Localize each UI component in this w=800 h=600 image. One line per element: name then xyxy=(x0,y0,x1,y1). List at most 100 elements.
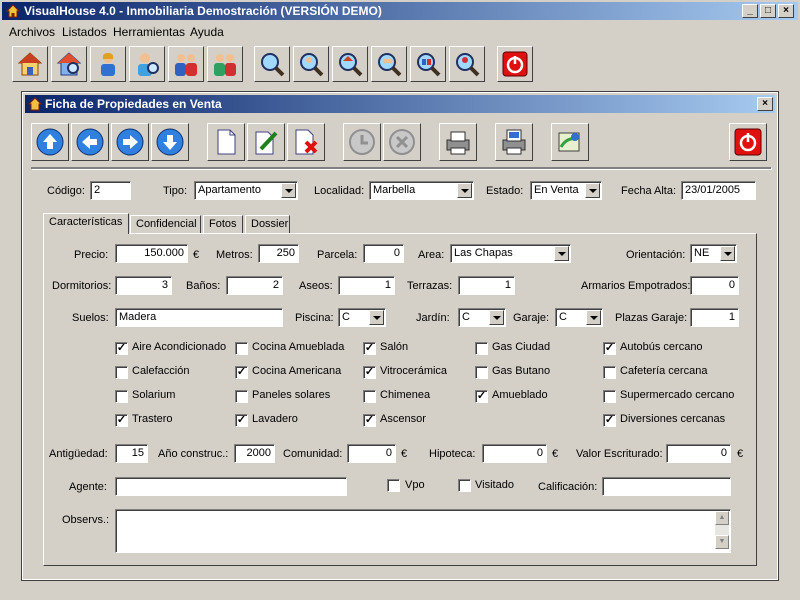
chevron-down-icon[interactable] xyxy=(586,310,601,325)
feature-checkbox[interactable]: ✓ xyxy=(115,414,128,427)
feature-checkbox[interactable] xyxy=(603,366,616,379)
feature-checkbox[interactable]: ✓ xyxy=(363,342,376,355)
print-list-button[interactable] xyxy=(495,123,533,161)
feature-checkbox[interactable] xyxy=(603,390,616,403)
calificacion-input[interactable] xyxy=(602,477,731,496)
hipoteca-input[interactable]: 0 xyxy=(482,444,547,463)
feature-checkbox[interactable] xyxy=(115,390,128,403)
estado-select[interactable]: En Venta xyxy=(530,181,602,200)
cancel-button[interactable] xyxy=(383,123,421,161)
scroll-down-icon[interactable]: ▼ xyxy=(715,535,729,549)
chevron-down-icon[interactable] xyxy=(720,246,735,261)
scroll-up-icon[interactable]: ▲ xyxy=(715,511,729,525)
dormitorios-input[interactable]: 3 xyxy=(115,276,172,295)
feature-checkbox[interactable]: ✓ xyxy=(363,366,376,379)
tool-couples-button[interactable] xyxy=(168,46,204,82)
agente-input[interactable] xyxy=(115,477,347,496)
garaje-select[interactable]: C xyxy=(555,308,603,327)
undo-button[interactable] xyxy=(343,123,381,161)
antiguedad-input[interactable]: 15 xyxy=(115,444,148,463)
tool-houses-button[interactable] xyxy=(12,46,48,82)
suelos-input[interactable]: Madera xyxy=(115,308,283,327)
edit-record-button[interactable] xyxy=(247,123,285,161)
nav-prev-button[interactable] xyxy=(71,123,109,161)
piscina-select[interactable]: C xyxy=(338,308,386,327)
plazas-garaje-input[interactable]: 1 xyxy=(690,308,739,327)
feature-checkbox[interactable]: ✓ xyxy=(235,414,248,427)
menu-listados[interactable]: Listados xyxy=(62,25,107,39)
fecha-alta-input[interactable]: 23/01/2005 xyxy=(681,181,756,200)
nav-last-button[interactable] xyxy=(151,123,189,161)
feature-checkbox[interactable] xyxy=(235,342,248,355)
tool-search-misc-button[interactable] xyxy=(449,46,485,82)
maximize-button[interactable]: □ xyxy=(760,4,776,18)
comunidad-input[interactable]: 0 xyxy=(347,444,396,463)
tool-search-group-button[interactable] xyxy=(371,46,407,82)
area-select[interactable]: Las Chapas xyxy=(450,244,571,263)
banos-input[interactable]: 2 xyxy=(226,276,283,295)
feature-checkbox[interactable] xyxy=(235,390,248,403)
tab-fotos[interactable]: Fotos xyxy=(203,215,243,233)
nav-first-button[interactable] xyxy=(31,123,69,161)
menu-archivos[interactable]: Archivos xyxy=(9,25,55,39)
localidad-value: Marbella xyxy=(373,184,416,196)
tool-search-person-button[interactable] xyxy=(293,46,329,82)
anio-construccion-input[interactable]: 2000 xyxy=(234,444,275,463)
feature-checkbox[interactable] xyxy=(115,366,128,379)
nav-next-button[interactable] xyxy=(111,123,149,161)
tool-clients-button[interactable] xyxy=(90,46,126,82)
form-close-button[interactable]: × xyxy=(757,97,773,111)
feature-checkbox[interactable]: ✓ xyxy=(363,414,376,427)
tool-house-search-button[interactable] xyxy=(51,46,87,82)
visitado-checkbox[interactable] xyxy=(458,479,471,492)
form-exit-button[interactable] xyxy=(729,123,767,161)
feature-checkbox[interactable]: ✓ xyxy=(115,342,128,355)
menu-ayuda[interactable]: Ayuda xyxy=(190,25,224,39)
observaciones-textarea[interactable]: ▲ ▼ xyxy=(115,509,731,553)
observaciones-scrollbar[interactable]: ▲ ▼ xyxy=(715,511,729,549)
tab-dossier[interactable]: Dossier xyxy=(245,215,290,233)
localidad-select[interactable]: Marbella xyxy=(369,181,474,200)
tab-confidencial[interactable]: Confidencial xyxy=(130,215,201,233)
tool-exit-button[interactable] xyxy=(497,46,533,82)
orientacion-select[interactable]: NE xyxy=(690,244,737,263)
vpo-checkbox[interactable] xyxy=(387,479,400,492)
armarios-input[interactable]: 0 xyxy=(690,276,739,295)
chevron-down-icon[interactable] xyxy=(554,246,569,261)
tool-search-house-button[interactable] xyxy=(332,46,368,82)
feature-checkbox[interactable]: ✓ xyxy=(603,342,616,355)
codigo-input[interactable]: 2 xyxy=(90,181,131,200)
parcela-input[interactable]: 0 xyxy=(363,244,404,263)
tool-clients-search-button[interactable] xyxy=(129,46,165,82)
valor-escriturado-input[interactable]: 0 xyxy=(666,444,731,463)
terrazas-input[interactable]: 1 xyxy=(458,276,515,295)
print-button[interactable] xyxy=(439,123,477,161)
map-button[interactable] xyxy=(551,123,589,161)
delete-record-button[interactable] xyxy=(287,123,325,161)
feature-label: Trastero xyxy=(132,413,173,425)
metros-input[interactable]: 250 xyxy=(258,244,299,263)
feature-checkbox[interactable] xyxy=(475,342,488,355)
tab-caracteristicas[interactable]: Características xyxy=(43,213,129,234)
menu-herramientas[interactable]: Herramientas xyxy=(113,25,185,39)
chevron-down-icon[interactable] xyxy=(489,310,504,325)
chevron-down-icon[interactable] xyxy=(585,183,600,198)
minimize-button[interactable]: _ xyxy=(742,4,758,18)
jardin-select[interactable]: C xyxy=(458,308,506,327)
chevron-down-icon[interactable] xyxy=(457,183,472,198)
tool-search-button[interactable] xyxy=(254,46,290,82)
tool-search-couple-button[interactable] xyxy=(410,46,446,82)
precio-input[interactable]: 150.000 xyxy=(115,244,188,263)
new-record-button[interactable] xyxy=(207,123,245,161)
tool-couples-search-button[interactable] xyxy=(207,46,243,82)
feature-checkbox[interactable] xyxy=(363,390,376,403)
chevron-down-icon[interactable] xyxy=(369,310,384,325)
feature-checkbox[interactable] xyxy=(475,366,488,379)
chevron-down-icon[interactable] xyxy=(281,183,296,198)
feature-checkbox[interactable]: ✓ xyxy=(603,414,616,427)
aseos-input[interactable]: 1 xyxy=(338,276,395,295)
tipo-select[interactable]: Apartamento xyxy=(194,181,298,200)
feature-checkbox[interactable]: ✓ xyxy=(475,390,488,403)
close-button[interactable]: × xyxy=(778,4,794,18)
feature-checkbox[interactable]: ✓ xyxy=(235,366,248,379)
